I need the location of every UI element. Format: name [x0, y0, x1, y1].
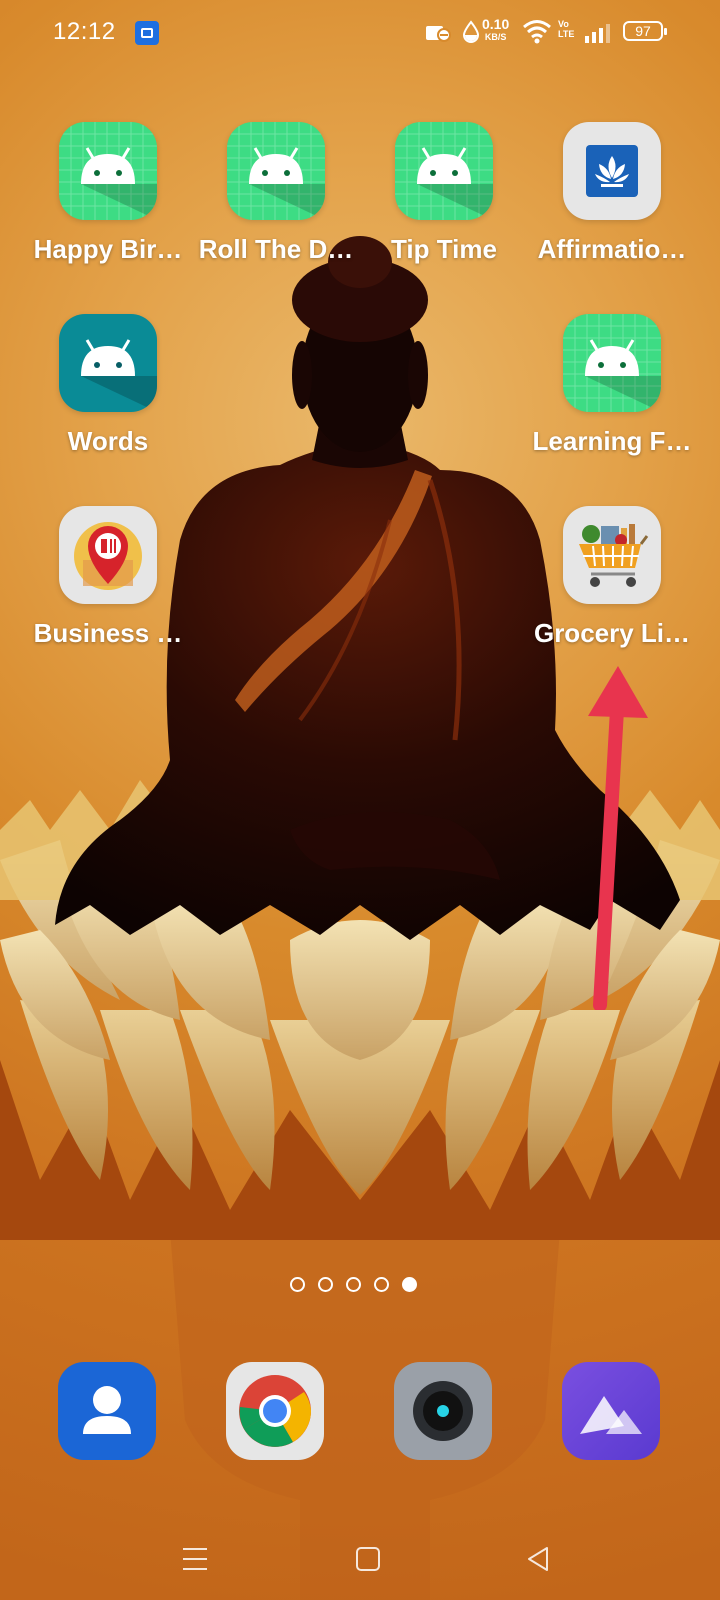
dock-chrome[interactable]: [226, 1362, 324, 1465]
page-dot[interactable]: [346, 1277, 361, 1292]
map-pin-icon: [59, 506, 157, 604]
app-label: Roll The D…: [198, 234, 354, 264]
home-screen: 12:12 0.10 KB/S Vo LTE 97 Happy Bir… Rol…: [0, 0, 720, 1600]
grocery-cart-icon: [563, 506, 661, 604]
contacts-icon: [58, 1362, 156, 1460]
app-label: Business …: [33, 618, 183, 648]
notification-icon: [135, 21, 159, 45]
dock-contacts[interactable]: [58, 1362, 156, 1465]
app-happy-birthday[interactable]: Happy Bir…: [24, 122, 192, 265]
page-dot[interactable]: [290, 1277, 305, 1292]
lotus-icon: [563, 122, 661, 220]
back-icon[interactable]: [524, 1545, 552, 1573]
app-tip-time[interactable]: Tip Time: [360, 122, 528, 265]
home-icon[interactable]: [354, 1545, 382, 1573]
dock-camera[interactable]: [394, 1362, 492, 1465]
signal-icon: [585, 24, 610, 43]
app-learning[interactable]: Learning F…: [528, 314, 696, 457]
page-dot[interactable]: [318, 1277, 333, 1292]
app-words[interactable]: Words: [24, 314, 192, 457]
dock-gallery[interactable]: [562, 1362, 660, 1465]
network-speed: 0.10 KB/S: [482, 16, 510, 44]
network-speed-unit: KB/S: [484, 32, 507, 42]
status-time: 12:12: [53, 18, 116, 45]
page-dot[interactable]: [374, 1277, 389, 1292]
android-icon: [395, 122, 493, 220]
battery-indicator: 97: [623, 21, 667, 41]
app-affirmations[interactable]: Affirmatio…: [528, 122, 696, 265]
camera-icon: [394, 1362, 492, 1460]
app-roll-the-dice[interactable]: Roll The D…: [192, 122, 360, 265]
wifi-icon: [523, 20, 551, 44]
android-icon: [227, 122, 325, 220]
chrome-icon: [226, 1362, 324, 1460]
app-label: Words: [67, 426, 149, 456]
android-icon: [563, 314, 661, 412]
app-label: Happy Bir…: [33, 234, 183, 264]
android-icon: [59, 122, 157, 220]
app-label: Tip Time: [391, 234, 497, 264]
volte-bottom: LTE: [558, 29, 575, 39]
android-icon: [59, 314, 157, 412]
annotation-arrow: [588, 666, 648, 1010]
network-speed-value: 0.10: [482, 16, 510, 32]
app-business-card[interactable]: Business …: [24, 506, 192, 649]
app-grocery-list[interactable]: Grocery Li…: [528, 506, 696, 649]
gallery-icon: [562, 1362, 660, 1460]
volte-top: Vo: [558, 19, 569, 29]
app-label: Grocery Li…: [533, 618, 691, 648]
volte-indicator: Vo LTE: [558, 19, 574, 39]
sim-card-blocked-icon: [426, 26, 451, 42]
menu-icon[interactable]: [181, 1545, 209, 1573]
navigation-bar: [0, 1545, 720, 1595]
page-dot-active[interactable]: [402, 1277, 417, 1292]
data-saver-icon: [462, 20, 480, 43]
status-bar: 12:12 0.10 KB/S Vo LTE 97: [0, 0, 720, 64]
app-label: Learning F…: [532, 426, 692, 456]
app-label: Affirmatio…: [537, 234, 687, 264]
